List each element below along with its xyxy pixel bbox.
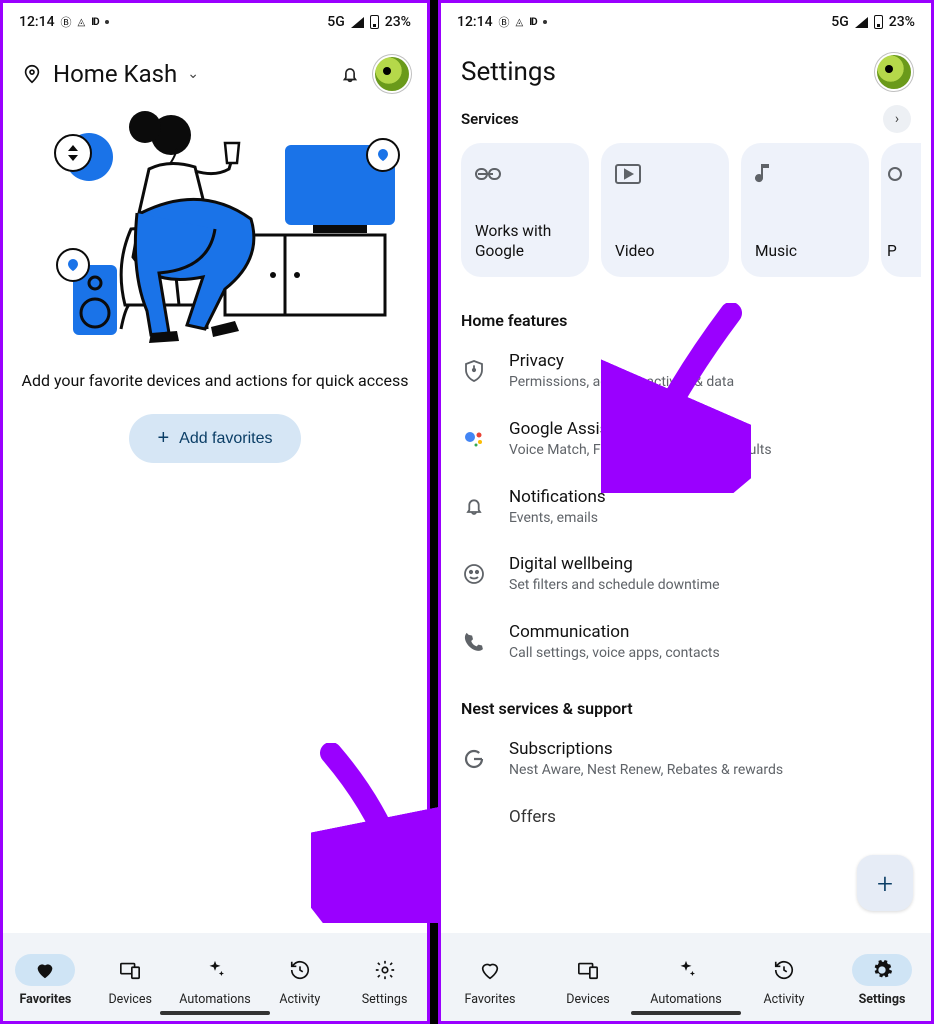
tile-video[interactable]: Video bbox=[601, 143, 729, 277]
bell-icon bbox=[461, 496, 487, 518]
network-label: 5G bbox=[831, 14, 849, 30]
row-notifications[interactable]: NotificationsEvents, emails bbox=[441, 474, 931, 542]
add-favorites-button[interactable]: + Add favorites bbox=[129, 414, 300, 463]
bottom-nav: Favorites Devices Automations Activity S… bbox=[441, 933, 931, 1021]
status-icon-b: Ⓑ bbox=[499, 14, 510, 30]
plus-icon: + bbox=[877, 867, 893, 900]
services-tiles[interactable]: Works with Google Video Music P bbox=[441, 141, 931, 301]
status-dot bbox=[543, 20, 547, 24]
status-icon-b: Ⓑ bbox=[61, 14, 72, 30]
services-header-row[interactable]: Services › bbox=[441, 93, 931, 141]
plus-icon: + bbox=[157, 427, 169, 450]
row-google-assistant[interactable]: Google AssistantVoice Match, Face Match,… bbox=[441, 406, 931, 474]
avatar[interactable] bbox=[877, 55, 911, 89]
tile-music[interactable]: Music bbox=[741, 143, 869, 277]
phone-icon bbox=[461, 632, 487, 652]
partial-icon bbox=[887, 159, 915, 189]
devices-icon bbox=[119, 959, 141, 981]
shield-icon bbox=[461, 359, 487, 383]
status-dot bbox=[105, 20, 109, 24]
link-icon bbox=[475, 159, 575, 189]
nav-devices[interactable]: Devices bbox=[88, 954, 173, 1007]
nav-favorites[interactable]: Favorites bbox=[3, 954, 88, 1007]
signal-icon bbox=[351, 17, 364, 28]
tile-works-with-google[interactable]: Works with Google bbox=[461, 143, 589, 277]
status-icon-id: ID bbox=[91, 17, 98, 28]
fab-add[interactable]: + bbox=[857, 855, 913, 911]
notifications-icon[interactable] bbox=[339, 63, 361, 85]
chevron-right-icon[interactable]: › bbox=[883, 105, 911, 133]
clock: 12:14 bbox=[19, 14, 55, 30]
home-title-text: Home Kash bbox=[53, 60, 177, 88]
battery-pct: 23% bbox=[385, 14, 411, 30]
row-communication[interactable]: CommunicationCall settings, voice apps, … bbox=[441, 609, 931, 677]
status-icon-id: ID bbox=[529, 17, 536, 28]
settings-title: Settings bbox=[461, 57, 556, 87]
nav-favorites[interactable]: Favorites bbox=[441, 954, 539, 1007]
heart-filled-icon bbox=[34, 959, 56, 981]
signal-icon bbox=[855, 17, 868, 28]
row-subscriptions[interactable]: SubscriptionsNest Aware, Nest Renew, Reb… bbox=[441, 726, 931, 794]
status-icon-triangle: ◬ bbox=[516, 17, 524, 28]
status-bar: 12:14 Ⓑ ◬ ID 5G 23% bbox=[3, 3, 427, 41]
screen-favorites: 12:14 Ⓑ ◬ ID 5G 23% Home Kash ⌄ bbox=[0, 0, 430, 1024]
home-features-header: Home features bbox=[441, 301, 931, 338]
chevron-down-icon: ⌄ bbox=[187, 66, 199, 82]
wellbeing-icon bbox=[461, 563, 487, 585]
status-icon-triangle: ◬ bbox=[78, 17, 86, 28]
settings-header: Settings bbox=[441, 41, 931, 93]
row-privacy[interactable]: PrivacyPermissions, account activity & d… bbox=[441, 338, 931, 406]
video-icon bbox=[615, 159, 715, 189]
add-favorites-label: Add favorites bbox=[179, 430, 272, 448]
nav-automations[interactable]: Automations bbox=[637, 954, 735, 1007]
home-header: Home Kash ⌄ bbox=[3, 41, 427, 99]
favorites-illustration bbox=[3, 99, 427, 355]
nav-automations[interactable]: Automations bbox=[173, 954, 258, 1007]
tile-partial[interactable]: P bbox=[881, 143, 921, 277]
row-digital-wellbeing[interactable]: Digital wellbeingSet filters and schedul… bbox=[441, 541, 931, 609]
battery-icon bbox=[370, 15, 379, 29]
nav-settings[interactable]: Settings bbox=[833, 954, 931, 1007]
battery-pct: 23% bbox=[889, 14, 915, 30]
gear-icon bbox=[374, 959, 396, 981]
avatar[interactable] bbox=[375, 57, 409, 91]
music-note-icon bbox=[755, 159, 855, 189]
assistant-icon bbox=[461, 428, 487, 450]
nav-devices[interactable]: Devices bbox=[539, 954, 637, 1007]
location-pin-icon bbox=[21, 63, 43, 85]
row-offers[interactable]: Offers bbox=[441, 794, 931, 829]
gear-filled-icon bbox=[871, 959, 893, 981]
home-indicator bbox=[160, 1011, 270, 1015]
home-dropdown[interactable]: Home Kash ⌄ bbox=[21, 60, 325, 88]
bottom-nav: Favorites Devices Automations Activity S… bbox=[3, 933, 427, 1021]
home-indicator bbox=[631, 1011, 741, 1015]
nest-services-header: Nest services & support bbox=[441, 677, 931, 726]
nav-settings[interactable]: Settings bbox=[342, 954, 427, 1007]
status-bar: 12:14 Ⓑ ◬ ID 5G 23% bbox=[441, 3, 931, 41]
heart-outline-icon bbox=[479, 959, 501, 981]
screen-settings: 12:14 Ⓑ ◬ ID 5G 23% Settings Services › … bbox=[438, 0, 934, 1024]
history-icon bbox=[773, 959, 795, 981]
clock: 12:14 bbox=[457, 14, 493, 30]
network-label: 5G bbox=[327, 14, 345, 30]
services-label: Services bbox=[461, 110, 519, 128]
battery-icon bbox=[874, 15, 883, 29]
favorites-empty-message: Add your favorite devices and actions fo… bbox=[3, 355, 427, 414]
history-icon bbox=[289, 959, 311, 981]
google-g-icon bbox=[461, 748, 487, 770]
devices-icon bbox=[577, 959, 599, 981]
nav-activity[interactable]: Activity bbox=[735, 954, 833, 1007]
sparkle-icon bbox=[204, 959, 226, 981]
sparkle-icon bbox=[675, 959, 697, 981]
nav-activity[interactable]: Activity bbox=[257, 954, 342, 1007]
